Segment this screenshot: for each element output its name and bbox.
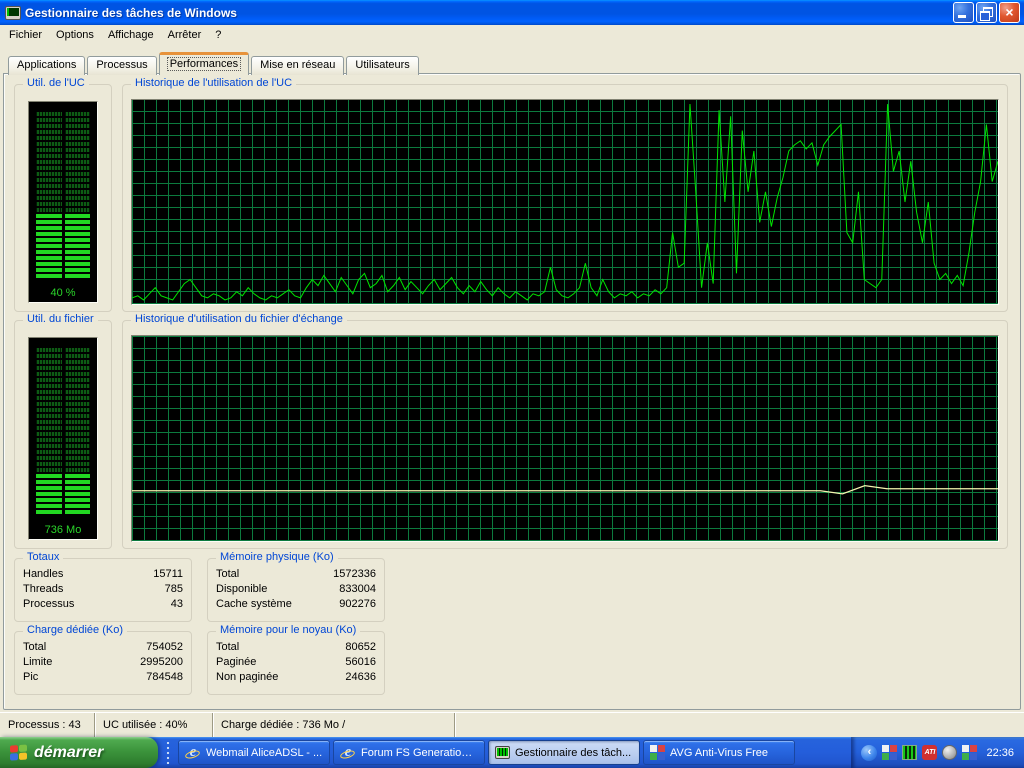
pagefile-usage-group-label: Util. du fichier <box>23 313 98 325</box>
pagefile-history-group: Historique d'utilisation du fichier d'éc… <box>122 313 1008 549</box>
chevron-collapse-icon[interactable]: ‹ <box>861 744 878 761</box>
stat-row: Total 754052 <box>23 641 183 653</box>
cpu-usage-group-label: Util. de l'UC <box>23 77 89 89</box>
taskmgr-window: Gestionnaire des tâches de Windows × Fic… <box>0 0 1024 768</box>
taskbar-button-taskmgr[interactable]: Gestionnaire des tâch... <box>488 740 640 765</box>
menu-arreter[interactable]: Arrêter <box>161 27 209 43</box>
pagefile-history-group-label: Historique d'utilisation du fichier d'éc… <box>131 313 347 325</box>
internet-explorer-icon: e <box>185 744 201 761</box>
task-buttons: e Webmail AliceADSL - ... e Forum FS Gen… <box>178 740 795 765</box>
stat-row: Paginée 56016 <box>216 656 376 668</box>
stat-row: Disponible 833004 <box>216 583 376 595</box>
menu-options[interactable]: Options <box>49 27 101 43</box>
stat-row: Threads 785 <box>23 583 183 595</box>
quicklaunch-drag-handle[interactable] <box>162 741 174 764</box>
internet-explorer-icon: e <box>340 744 356 761</box>
tray-clock: 22:36 <box>986 746 1014 759</box>
status-bar: Processus : 43 UC utilisée : 40% Charge … <box>0 712 1024 737</box>
title-bar: Gestionnaire des tâches de Windows × <box>0 0 1024 25</box>
stat-row: Total 80652 <box>216 641 376 653</box>
taskbar: démarrer e Webmail AliceADSL - ... e For… <box>0 737 1024 768</box>
kernel-memory-group: Mémoire pour le noyau (Ko) Total 80652 Pa… <box>207 624 385 695</box>
cpu-usage-group: Util. de l'UC 40 % <box>14 77 112 312</box>
cpu-usage-value: 40 % <box>50 287 76 299</box>
stat-row: Cache système 902276 <box>216 598 376 610</box>
window-title: Gestionnaire des tâches de Windows <box>25 5 237 20</box>
physical-memory-group: Mémoire physique (Ko) Total 1572336 Dispo… <box>207 551 385 622</box>
stat-row: Limite 2995200 <box>23 656 183 668</box>
tab-strip: Applications Processus Performances Mise… <box>3 50 1021 75</box>
status-processes: Processus : 43 <box>0 713 95 737</box>
start-button[interactable]: démarrer <box>0 737 158 768</box>
minimize-button[interactable] <box>953 2 974 23</box>
taskbar-button-avg[interactable]: AVG Anti-Virus Free <box>643 740 795 765</box>
stat-row: Pic 784548 <box>23 671 183 683</box>
cpu-history-group: Historique de l'utilisation de l'UC <box>122 77 1008 312</box>
performance-page: Util. de l'UC 40 % Historique de l'utili… <box>3 73 1021 710</box>
ati-tray-icon[interactable]: ATI <box>922 745 938 760</box>
tab-applications[interactable]: Applications <box>8 56 86 75</box>
avg-tray-icon[interactable] <box>882 745 898 760</box>
avg-tray-icon[interactable] <box>962 745 978 760</box>
menu-fichier[interactable]: Fichier <box>2 27 49 43</box>
status-commit: Charge dédiée : 736 Mo / <box>213 713 455 737</box>
pagefile-usage-meter: 736 Mo <box>28 337 98 540</box>
taskbar-button-forum[interactable]: e Forum FS Generation ... <box>333 740 485 765</box>
menu-aide[interactable]: ? <box>208 27 228 43</box>
menu-bar: Fichier Options Affichage Arrêter ? <box>0 25 1024 45</box>
tab-control: Applications Processus Performances Mise… <box>0 45 1024 712</box>
avg-icon <box>650 745 665 760</box>
pagefile-usage-group: Util. du fichier 736 Mo <box>14 313 112 549</box>
gray-app-tray-icon[interactable] <box>942 745 958 760</box>
pagefile-history-chart <box>131 335 999 542</box>
taskmgr-icon <box>495 746 510 759</box>
tab-processus[interactable]: Processus <box>87 56 157 75</box>
status-cpu: UC utilisée : 40% <box>95 713 213 737</box>
taskmgr-cpu-tray-icon[interactable] <box>902 745 918 760</box>
taskmgr-window-icon[interactable] <box>5 5 21 20</box>
stat-row: Total 1572336 <box>216 568 376 580</box>
stat-row: Handles 15711 <box>23 568 183 580</box>
cpu-history-chart <box>131 99 999 305</box>
statistics-grid: Totaux Handles 15711 Threads 785 Processus… <box>14 551 385 695</box>
cpu-history-group-label: Historique de l'utilisation de l'UC <box>131 77 297 89</box>
system-tray: ‹ ATI 22:36 <box>851 737 1024 768</box>
menu-affichage[interactable]: Affichage <box>101 27 161 43</box>
tab-utilisateurs[interactable]: Utilisateurs <box>346 56 419 75</box>
windows-flag-icon <box>10 743 28 761</box>
cpu-usage-meter: 40 % <box>28 101 98 303</box>
tab-performances[interactable]: Performances <box>158 52 250 75</box>
restore-button[interactable] <box>976 2 997 23</box>
stat-row: Non paginée 24636 <box>216 671 376 683</box>
commit-charge-group: Charge dédiée (Ko) Total 754052 Limite 299… <box>14 624 192 695</box>
stat-row: Processus 43 <box>23 598 183 610</box>
pagefile-usage-value: 736 Mo <box>44 524 82 536</box>
totals-group: Totaux Handles 15711 Threads 785 Processus… <box>14 551 192 622</box>
taskbar-button-webmail[interactable]: e Webmail AliceADSL - ... <box>178 740 330 765</box>
tab-mise-en-reseau[interactable]: Mise en réseau <box>251 56 345 75</box>
close-button[interactable]: × <box>999 2 1020 23</box>
